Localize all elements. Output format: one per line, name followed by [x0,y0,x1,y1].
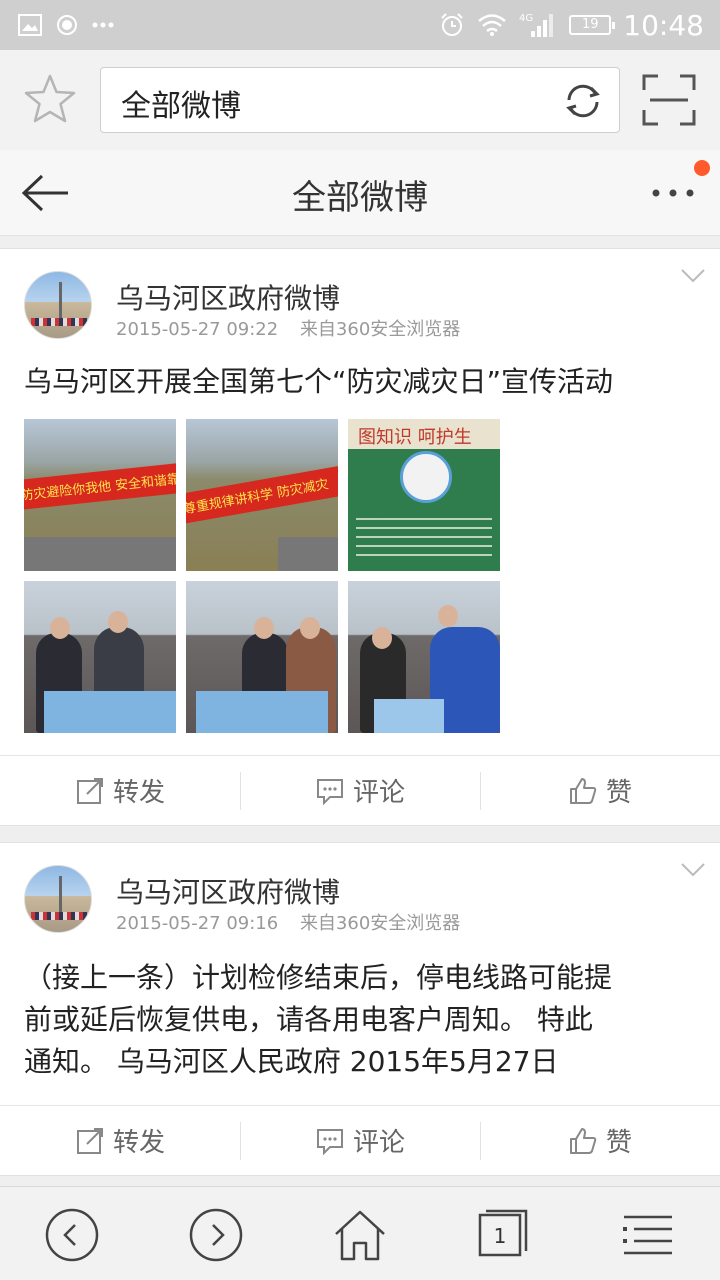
post-image[interactable] [186,581,338,733]
clock: 10:48 [623,8,704,42]
image-banner-text: 尊重规律讲科学 防灾减灾 [186,477,330,518]
avatar[interactable] [24,865,92,933]
more-menu-icon[interactable] [650,180,696,206]
chevron-down-icon[interactable] [680,267,706,285]
post-meta: 2015-05-27 09:16 来自360安全浏览器 [116,909,460,935]
post-time: 2015-05-27 09:22 [116,319,279,340]
forward-nav-icon[interactable] [188,1207,244,1263]
thumbs-up-icon [569,1127,597,1154]
repost-button[interactable]: 转发 [0,756,240,825]
repost-icon [76,1127,103,1154]
status-left [18,13,114,37]
address-bar-text[interactable]: 全部微博 [121,81,241,125]
tab-count: 1 [494,1224,507,1248]
battery-icon: 19 [569,15,616,35]
post-author[interactable]: 乌马河区政府微博 [116,871,340,911]
image-banner-text: 图知识 呵护生 [358,427,472,448]
like-button[interactable]: 赞 [480,756,720,825]
repost-button[interactable]: 转发 [0,1106,240,1175]
post-image[interactable] [348,581,500,733]
post-text: 乌马河区开展全国第七个“防灾减灾日”宣传活动 [24,365,614,398]
post-meta: 2015-05-27 09:22 来自360安全浏览器 [116,315,460,341]
post-actions: 转发 评论 赞 [0,1105,720,1175]
network-type-label: 4G [519,13,533,24]
signal-icon: 4G [519,13,554,37]
post-image[interactable]: 防灾避险你我他 安全和谐靠大家 [24,419,176,571]
comment-button[interactable]: 评论 [240,756,480,825]
post-source: 来自360安全浏览器 [299,913,461,934]
comment-icon [316,778,343,805]
image-icon [18,14,42,36]
wifi-icon [478,14,507,36]
post-actions: 转发 评论 赞 [0,755,720,825]
comment-label: 评论 [352,1128,405,1158]
post-time: 2015-05-27 09:16 [116,913,279,934]
alarm-icon [441,13,464,36]
comment-label: 评论 [352,778,405,808]
post-source: 来自360安全浏览器 [299,319,461,340]
post-text: （接上一条）计划检修结束后，停电线路可能提 前或延后恢复供电，请各用电客户周知。… [24,957,696,1083]
back-nav-icon[interactable] [44,1207,100,1263]
like-label: 赞 [605,1128,632,1158]
status-right: 4G 19 10:48 [439,8,704,42]
post-author[interactable]: 乌马河区政府微博 [116,277,340,317]
post-image[interactable]: 图知识 呵护生 [348,419,500,571]
bookmark-star-icon[interactable] [22,72,78,128]
post-text-line: （接上一条）计划检修结束后，停电线路可能提 [24,961,613,994]
battery-level: 19 [582,17,599,32]
comment-icon [316,1128,343,1155]
record-icon [57,15,77,35]
address-bar[interactable]: 全部微博 [100,67,620,133]
repost-label: 转发 [112,778,165,808]
thumbs-up-icon [569,777,597,804]
browser-bottom-bar: 1 [0,1186,720,1280]
page-header: 全部微博 [0,150,720,236]
tabs-icon[interactable]: 1 [476,1207,532,1263]
like-button[interactable]: 赞 [480,1106,720,1175]
menu-icon[interactable] [620,1207,676,1263]
more-notifications-icon [92,22,114,28]
like-label: 赞 [605,778,632,808]
repost-icon [76,777,103,804]
post-image[interactable] [24,581,176,733]
notification-dot [694,160,710,176]
repost-label: 转发 [112,1128,165,1158]
weibo-post: 乌马河区政府微博 2015-05-27 09:16 来自360安全浏览器 （接上… [0,842,720,1176]
avatar[interactable] [24,271,92,339]
browser-toolbar: 全部微博 [0,50,720,150]
status-bar: 4G 19 10:48 [0,0,720,50]
post-image[interactable]: 尊重规律讲科学 防灾减灾 [186,419,338,571]
post-text-line: 前或延后恢复供电，请各用电客户周知。 特此 [24,1003,593,1036]
comment-button[interactable]: 评论 [240,1106,480,1175]
page-title: 全部微博 [292,178,428,218]
post-text-line: 通知。 乌马河区人民政府 2015年5月27日 [24,1045,559,1078]
chevron-down-icon[interactable] [680,861,706,879]
home-icon[interactable] [332,1207,388,1263]
scan-icon[interactable] [642,74,696,126]
weibo-post: 乌马河区政府微博 2015-05-27 09:22 来自360安全浏览器 乌马河… [0,248,720,826]
reload-icon[interactable] [561,80,605,122]
image-banner-text: 防灾避险你我他 安全和谐靠大家 [24,469,176,504]
